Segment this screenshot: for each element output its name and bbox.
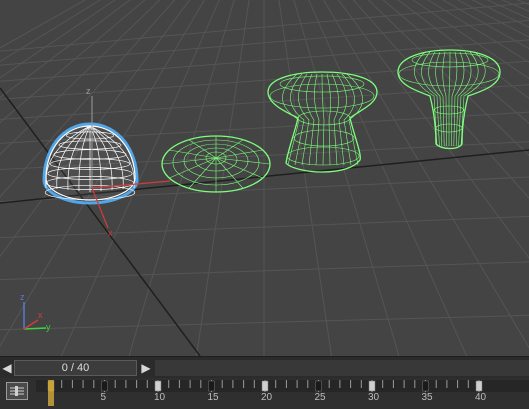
track-ruler-bg (36, 380, 529, 392)
keyframe-marker (261, 380, 269, 392)
ruler-label: 30 (368, 392, 380, 403)
keyframe-marker (475, 380, 483, 392)
ruler-label: 35 (421, 392, 433, 403)
track-bar[interactable]: 5 10 15 20 25 30 35 40 (0, 378, 529, 409)
ruler-label: 10 (154, 392, 166, 403)
gizmo-x-label: x (108, 228, 113, 238)
time-slider-bar: ◀ 0 / 40 ▶ (0, 356, 529, 378)
keyframe-marker (101, 380, 108, 392)
current-frame-indicator (48, 380, 54, 406)
ruler-label: 25 (314, 392, 326, 403)
hemisphere-object[interactable] (42, 122, 139, 205)
ruler-label: 15 (207, 392, 219, 403)
perspective-viewport[interactable]: z x z y x (0, 0, 529, 356)
chevron-right-icon[interactable]: ▶ (140, 360, 152, 376)
time-slider-thumb[interactable]: 0 / 40 (15, 361, 136, 375)
slider-background (155, 360, 529, 376)
spool-object[interactable] (267, 71, 378, 173)
mushroom-object[interactable] (397, 49, 501, 150)
scene-objects: z x z y x (20, 49, 501, 332)
keyframe-marker (368, 380, 376, 392)
time-slider[interactable]: 0 / 40 (14, 360, 137, 376)
chevron-left-icon[interactable]: ◀ (1, 360, 13, 376)
world-axis-tripod (23, 302, 47, 330)
ruler-label: 40 (475, 392, 487, 403)
keyframe-marker (315, 380, 322, 392)
gizmo-z-label: z (86, 86, 91, 96)
keyframe-marker (422, 380, 429, 392)
world-y-label: y (46, 322, 51, 332)
world-z-label: z (20, 292, 25, 302)
keyframe-marker (208, 380, 215, 392)
world-x-label: x (38, 310, 43, 320)
keyframe-marker (154, 380, 162, 392)
frame-counter: 0 / 40 (61, 362, 90, 374)
disc-object[interactable] (161, 135, 271, 193)
ruler-label: 5 (100, 392, 107, 403)
ruler-label: 20 (261, 392, 273, 403)
